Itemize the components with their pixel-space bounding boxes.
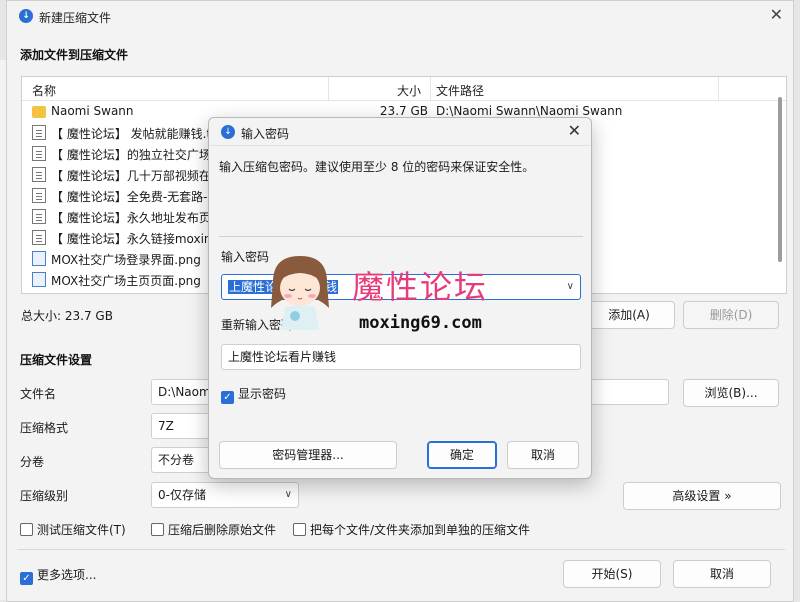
divider xyxy=(219,236,583,237)
more-options-checkbox[interactable]: ✓ 更多选项... xyxy=(20,566,96,585)
cancel-button[interactable]: 取消 xyxy=(673,560,771,588)
vertical-scrollbar[interactable] xyxy=(778,97,782,262)
image-file-icon xyxy=(32,272,46,287)
dialog-description: 输入压缩包密码。建议使用至少 8 位的密码来保证安全性。 xyxy=(219,160,535,174)
filename-label: 文件名 xyxy=(20,387,57,401)
column-divider[interactable] xyxy=(718,77,719,101)
show-password-checkbox[interactable]: ✓ 显示密码 xyxy=(221,385,286,404)
column-divider[interactable] xyxy=(328,77,329,101)
window-title: 新建压缩文件 xyxy=(39,11,112,25)
chevron-down-icon: ∨ xyxy=(284,489,292,500)
checkbox-box xyxy=(20,523,33,536)
file-name: 【 魔性论坛】永久链接moxing xyxy=(51,232,220,246)
advanced-settings-button[interactable]: 高级设置 » xyxy=(623,482,781,510)
text-file-icon xyxy=(32,167,46,182)
show-password-label: 显示密码 xyxy=(238,387,287,401)
checkbox-box xyxy=(151,523,164,536)
dialog-title: 输入密码 xyxy=(241,127,290,141)
format-select[interactable]: 7Z xyxy=(151,413,211,439)
file-name: MOX社交广场主页页面.png xyxy=(51,274,201,288)
title-bar: ↓ 新建压缩文件 ✕ xyxy=(7,1,793,31)
column-header-path[interactable]: 文件路径 xyxy=(436,82,484,99)
ok-button[interactable]: 确定 xyxy=(427,441,497,469)
format-label: 压缩格式 xyxy=(20,421,69,435)
check-icon: ✓ xyxy=(20,572,33,585)
app-logo-icon: ↓ xyxy=(221,125,235,139)
text-file-icon xyxy=(32,146,46,161)
volume-value: 不分卷 xyxy=(158,453,195,467)
files-section-title: 添加文件到压缩文件 xyxy=(20,48,129,62)
close-icon[interactable]: ✕ xyxy=(770,5,783,24)
dialog-cancel-button[interactable]: 取消 xyxy=(507,441,579,469)
start-button[interactable]: 开始(S) xyxy=(563,560,661,588)
test-archive-label: 测试压缩文件(T) xyxy=(37,523,126,537)
file-size: 23.7 GB xyxy=(379,104,428,118)
file-name: 【 魔性论坛】几十万部视频在约 xyxy=(51,169,223,183)
watermark-url: moxing69.com xyxy=(359,313,482,333)
volume-label: 分卷 xyxy=(20,455,45,469)
delete-button[interactable]: 删除(D) xyxy=(683,301,779,329)
file-name: Naomi Swann xyxy=(51,104,134,118)
text-file-icon xyxy=(32,230,46,245)
level-value: 0-仅存储 xyxy=(158,488,206,502)
image-file-icon xyxy=(32,251,46,266)
volume-select[interactable]: 不分卷 xyxy=(151,447,211,473)
column-header-name[interactable]: 名称 xyxy=(32,82,56,99)
delete-after-checkbox[interactable]: 压缩后删除原始文件 xyxy=(151,521,276,538)
more-options-label: 更多选项... xyxy=(37,568,97,582)
dialog-close-icon[interactable]: ✕ xyxy=(568,121,581,140)
chevron-down-icon[interactable]: ∨ xyxy=(567,275,574,299)
test-archive-checkbox[interactable]: 测试压缩文件(T) xyxy=(20,521,126,538)
add-button[interactable]: 添加(A) xyxy=(583,301,675,329)
level-label: 压缩级别 xyxy=(20,489,69,503)
password-label: 输入密码 xyxy=(221,250,270,264)
checkbox-box xyxy=(293,523,306,536)
file-path: D:\Naomi Swann\Naomi Swann xyxy=(436,104,623,118)
separate-archives-checkbox[interactable]: 把每个文件/文件夹添加到单独的压缩文件 xyxy=(293,521,530,538)
column-header-size[interactable]: 大小 xyxy=(397,82,421,99)
text-file-icon xyxy=(32,209,46,224)
app-logo-icon: ↓ xyxy=(19,9,33,23)
separate-archives-label: 把每个文件/文件夹添加到单独的压缩文件 xyxy=(310,523,531,537)
divider xyxy=(17,549,785,550)
watermark-text: 魔性论坛 xyxy=(352,268,489,306)
password-manager-button[interactable]: 密码管理器... xyxy=(219,441,397,469)
file-name: 【 魔性论坛】全免费-无套路-更 xyxy=(51,190,220,204)
column-divider[interactable] xyxy=(430,77,431,101)
file-list-header: 名称 大小 文件路径 xyxy=(22,77,786,101)
watermark-mascot-icon xyxy=(271,256,329,330)
text-file-icon xyxy=(32,188,46,203)
confirm-password-input[interactable]: 上魔性论坛看片赚钱 xyxy=(221,344,581,370)
total-size: 总大小: 23.7 GB xyxy=(21,309,113,323)
file-name: MOX社交广场登录界面.png xyxy=(51,253,201,267)
browse-button[interactable]: 浏览(B)... xyxy=(683,379,779,407)
folder-icon xyxy=(32,106,46,118)
text-file-icon xyxy=(32,125,46,140)
check-icon: ✓ xyxy=(221,391,234,404)
level-select[interactable]: 0-仅存储 ∨ xyxy=(151,482,299,508)
file-name: 【 魔性论坛】永久地址发布页及 xyxy=(51,211,223,225)
format-value: 7Z xyxy=(158,419,174,433)
dialog-title-bar: ↓ 输入密码 ✕ xyxy=(209,118,591,146)
delete-after-label: 压缩后删除原始文件 xyxy=(168,523,277,537)
file-name: 【 魔性论坛】 发帖就能赚钱.txt xyxy=(51,127,223,141)
settings-section-title: 压缩文件设置 xyxy=(20,353,93,367)
file-name: 【 魔性论坛】的独立社交广场.t xyxy=(51,148,220,162)
